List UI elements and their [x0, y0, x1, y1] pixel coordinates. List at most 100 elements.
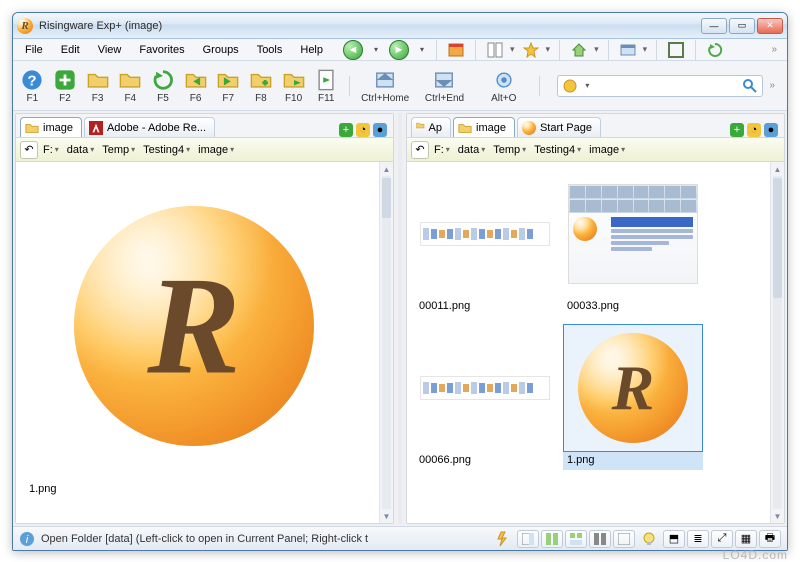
left-panel: image Adobe - Adobe Re... + ◔ ● ↶ F:▾ da… [15, 113, 394, 524]
globe-icon[interactable]: ● [373, 123, 387, 137]
left-scrollbar[interactable]: ▲▼ [379, 162, 393, 523]
menu-favorites[interactable]: Favorites [131, 42, 192, 58]
view-mode-3-button[interactable] [565, 530, 587, 548]
minimize-button[interactable]: — [701, 18, 727, 34]
toolbar-overflow[interactable]: » [771, 44, 783, 55]
titlebar[interactable]: R Risingware Exp+ (image) — ▭ ✕ [13, 13, 787, 39]
nav-forward-history[interactable]: ▾ [417, 39, 427, 61]
fn-f4-button[interactable]: F4 [117, 68, 144, 104]
panel-config-button[interactable]: ▾ [618, 40, 648, 60]
view-mode-2-button[interactable] [541, 530, 563, 548]
maximize-button[interactable]: ▭ [729, 18, 755, 34]
globe-icon[interactable]: ● [764, 123, 778, 137]
bulb-icon[interactable] [641, 531, 657, 547]
right-tab-ap[interactable]: Ap [411, 117, 451, 137]
fn-ctrlend-button[interactable]: Ctrl+End [418, 68, 471, 104]
tool-refresh-icon[interactable] [705, 40, 725, 60]
search-scope-dropdown[interactable]: ▾ [582, 75, 592, 97]
crumb-drive[interactable]: F:▾ [431, 143, 453, 157]
file-thumbnail-large[interactable]: R 1.png [24, 170, 364, 498]
history-clock-icon[interactable]: ◔ [356, 123, 370, 137]
lightning-icon[interactable] [495, 531, 511, 547]
svg-text:?: ? [28, 72, 37, 89]
crumb-segment[interactable]: Testing4▾ [531, 143, 584, 157]
fn-label: F1 [26, 93, 38, 104]
fullscreen-icon[interactable] [666, 40, 686, 60]
right-content[interactable]: 00011.png [407, 162, 784, 523]
history-clock-icon[interactable]: ◔ [747, 123, 761, 137]
fn-f3-button[interactable]: F3 [84, 68, 111, 104]
calendar-icon[interactable] [446, 40, 466, 60]
thumbnail-filename: 1.png [563, 452, 703, 470]
folder-icon [458, 121, 472, 135]
favorites-star-button[interactable]: ▾ [521, 40, 551, 60]
menu-help[interactable]: Help [292, 42, 331, 58]
refresh-icon [151, 68, 175, 92]
fn-f8-button[interactable]: F8 [248, 68, 275, 104]
fn-f10-button[interactable]: F10 [280, 68, 307, 104]
file-thumbnail[interactable]: 00066.png [415, 324, 555, 470]
new-tab-button[interactable]: + [730, 123, 744, 137]
crumb-drive[interactable]: F:▾ [40, 143, 62, 157]
fn-alto-button[interactable]: Alt+O [477, 68, 530, 104]
menu-groups[interactable]: Groups [195, 42, 247, 58]
crumb-segment[interactable]: image▾ [586, 143, 628, 157]
new-tab-button[interactable]: + [339, 123, 353, 137]
fn-f7-button[interactable]: F7 [215, 68, 242, 104]
home-dropdown-button[interactable]: ▾ [569, 40, 599, 60]
search-field[interactable]: ▾ [557, 75, 763, 97]
crumb-segment[interactable]: data▾ [455, 143, 488, 157]
left-content[interactable]: R 1.png ▲▼ [16, 162, 393, 523]
status-btn-e[interactable]: 🖶 [759, 530, 781, 548]
fn-label: F8 [255, 93, 267, 104]
nav-back-button[interactable]: ◄ [341, 39, 365, 61]
view-mode-4-button[interactable] [589, 530, 611, 548]
fn-f5-button[interactable]: F5 [150, 68, 177, 104]
crumb-segment[interactable]: Testing4▾ [140, 143, 193, 157]
status-btn-d[interactable]: ▦ [735, 530, 757, 548]
right-tab-startpage[interactable]: Start Page [517, 117, 601, 137]
fn-f1-button[interactable]: ? F1 [19, 68, 46, 104]
crumb-segment[interactable]: Temp▾ [490, 143, 529, 157]
status-btn-b[interactable]: ≣ [687, 530, 709, 548]
close-button[interactable]: ✕ [757, 18, 783, 34]
fn-f6-button[interactable]: F6 [182, 68, 209, 104]
view-mode-5-button[interactable] [613, 530, 635, 548]
crumb-segment[interactable]: image▾ [195, 143, 237, 157]
status-btn-a[interactable]: ⬒ [663, 530, 685, 548]
file-thumbnail[interactable]: 00033.png [563, 170, 703, 316]
file-thumbnail[interactable]: 00011.png [415, 170, 555, 316]
search-button[interactable] [742, 78, 758, 94]
right-tab-image[interactable]: image [453, 117, 515, 137]
arrow-left-icon [184, 68, 208, 92]
search-scope-icon[interactable] [562, 78, 578, 94]
tab-label: Adobe - Adobe Re... [107, 122, 206, 134]
left-tab-adobe[interactable]: Adobe - Adobe Re... [84, 117, 215, 137]
crumb-up-button[interactable]: ↶ [411, 141, 429, 159]
fn-ctrlhome-button[interactable]: Ctrl+Home [359, 68, 412, 104]
menu-file[interactable]: File [17, 42, 51, 58]
folder-icon [86, 68, 110, 92]
menu-view[interactable]: View [90, 42, 130, 58]
crumb-segment[interactable]: Temp▾ [99, 143, 138, 157]
menu-tools[interactable]: Tools [249, 42, 291, 58]
view-mode-1-button[interactable] [517, 530, 539, 548]
panel-splitter[interactable] [398, 113, 402, 524]
fn-f11-button[interactable]: F11 [313, 68, 340, 104]
tab-label: Start Page [540, 122, 592, 134]
status-btn-c[interactable]: ⤢ [711, 530, 733, 548]
split-view-button[interactable]: ▾ [485, 40, 515, 60]
file-thumbnail-selected[interactable]: R 1.png [563, 324, 703, 470]
fnbar-overflow[interactable]: » [769, 80, 781, 91]
right-scrollbar[interactable]: ▲▼ [770, 162, 784, 523]
status-right-buttons: ⬒ ≣ ⤢ ▦ 🖶 [663, 530, 781, 548]
left-tab-image[interactable]: image [20, 117, 82, 137]
crumb-segment[interactable]: data▾ [64, 143, 97, 157]
nav-back-history[interactable]: ▾ [371, 39, 381, 61]
search-input[interactable] [596, 80, 738, 92]
fn-f2-button[interactable]: F2 [52, 68, 79, 104]
nav-forward-button[interactable]: ► [387, 39, 411, 61]
menu-edit[interactable]: Edit [53, 42, 88, 58]
separator [656, 40, 657, 60]
crumb-up-button[interactable]: ↶ [20, 141, 38, 159]
